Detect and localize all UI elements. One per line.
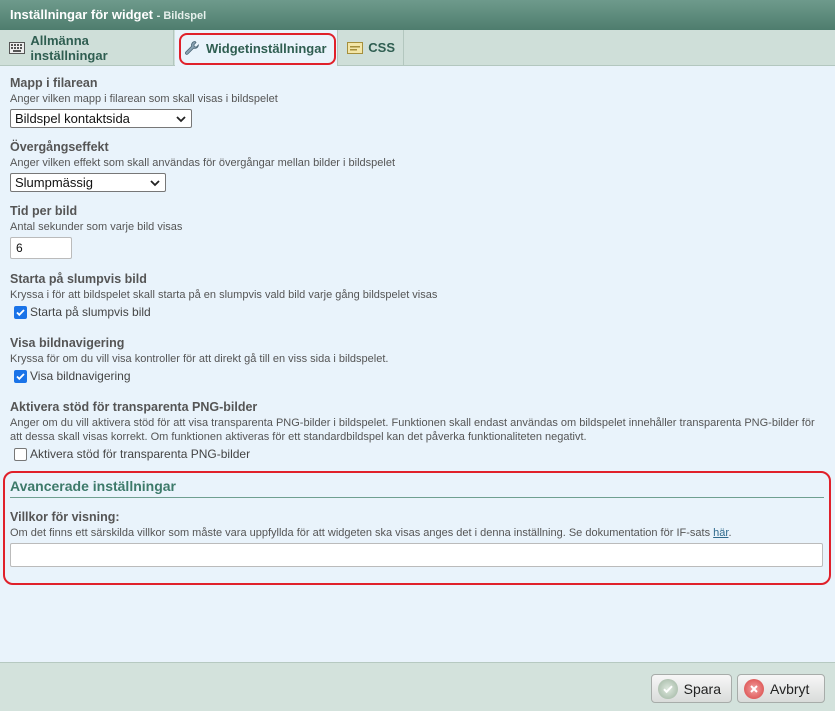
- dialog-titlebar: Inställningar för widget - Bildspel: [0, 0, 835, 30]
- tab-widget-label: Widgetinställningar: [206, 40, 327, 56]
- random-start-option: Starta på slumpvis bild: [14, 305, 825, 319]
- field-title: Visa bildnavigering: [10, 336, 125, 350]
- navigation-label: Visa bildnavigering: [30, 369, 131, 383]
- tab-css[interactable]: CSS: [339, 30, 404, 65]
- documentation-link[interactable]: här: [713, 527, 728, 539]
- wrench-icon: [183, 41, 201, 55]
- tab-widget-settings[interactable]: Widgetinställningar: [175, 30, 338, 66]
- close-icon: [744, 678, 764, 699]
- field-title: Tid per bild: [10, 204, 78, 218]
- tab-general-label: Allmänna inställningar: [30, 32, 108, 63]
- check-icon: [658, 678, 678, 699]
- tab-css-label: CSS: [368, 40, 395, 55]
- condition-desc-text: Om det finns ett särskilda villkor som m…: [10, 527, 711, 539]
- field-desc: Anger om du vill aktivera stöd för att v…: [10, 417, 815, 443]
- condition-desc: Om det finns ett särskilda villkor som m…: [10, 526, 824, 540]
- field-duration: Tid per bild Antal sekunder som varje bi…: [10, 204, 182, 259]
- cancel-label: Avbryt: [770, 680, 810, 697]
- checkmark-icon: [16, 372, 25, 380]
- chevron-down-icon: [149, 177, 161, 189]
- field-random-start: Starta på slumpvis bild Kryssa i för att…: [10, 272, 825, 319]
- field-folder: Mapp i filarean Anger vilken mapp i fila…: [10, 76, 278, 128]
- field-desc: Anger vilken effekt som skall användas f…: [10, 157, 396, 169]
- dialog-subtitle: - Bildspel: [156, 10, 207, 22]
- folder-select-value: Bildspel kontaktsida: [15, 111, 130, 126]
- cancel-button[interactable]: Avbryt: [737, 674, 825, 703]
- dialog-footer: Spara Avbryt: [0, 662, 835, 711]
- png-option: Aktivera stöd för transparenta PNG-bilde…: [14, 447, 825, 461]
- field-title: Övergångseffekt: [10, 140, 109, 154]
- condition-desc-suffix: .: [728, 527, 732, 539]
- transition-select-value: Slumpmässig: [15, 175, 94, 190]
- tab-bar: Allmänna inställningar Widgetinställning…: [0, 30, 835, 66]
- transition-select[interactable]: Slumpmässig: [10, 173, 166, 192]
- css-icon: [347, 41, 364, 55]
- field-desc: Kryssa för om du vill visa kontroller fö…: [10, 353, 389, 365]
- field-title: Starta på slumpvis bild: [10, 272, 147, 286]
- field-transition: Övergångseffekt Anger vilken effekt som …: [10, 140, 395, 192]
- field-desc: Anger vilken mapp i filarean som skall v…: [10, 93, 278, 105]
- field-navigation: Visa bildnavigering Kryssa för om du vil…: [10, 336, 825, 383]
- dialog-title: Inställningar för widget: [10, 7, 154, 22]
- chevron-down-icon: [175, 113, 187, 125]
- field-png: Aktivera stöd för transparenta PNG-bilde…: [10, 400, 825, 461]
- save-button[interactable]: Spara: [651, 674, 732, 703]
- field-title: Mapp i filarean: [10, 76, 98, 90]
- random-start-checkbox[interactable]: [14, 305, 27, 319]
- field-desc: Antal sekunder som varje bild visas: [10, 221, 183, 233]
- random-start-label: Starta på slumpvis bild: [30, 305, 151, 319]
- condition-title: Villkor för visning:: [10, 510, 120, 524]
- field-desc: Kryssa i för att bildspelet skall starta…: [10, 289, 438, 301]
- png-label: Aktivera stöd för transparenta PNG-bilde…: [30, 447, 251, 461]
- condition-input[interactable]: [10, 543, 823, 567]
- navigation-checkbox[interactable]: [14, 369, 27, 383]
- checkmark-icon: [16, 308, 25, 316]
- folder-select[interactable]: Bildspel kontaktsida: [10, 109, 192, 128]
- field-condition: Villkor för visning: Om det finns ett sä…: [10, 510, 824, 567]
- advanced-heading: Avancerade inställningar: [10, 478, 824, 498]
- png-checkbox[interactable]: [14, 447, 27, 461]
- field-title: Aktivera stöd för transparenta PNG-bilde…: [10, 400, 258, 414]
- navigation-option: Visa bildnavigering: [14, 369, 825, 383]
- keyboard-icon: [8, 41, 25, 55]
- tab-general-settings[interactable]: Allmänna inställningar: [0, 30, 174, 65]
- save-label: Spara: [683, 680, 721, 697]
- duration-input[interactable]: 6: [10, 237, 72, 259]
